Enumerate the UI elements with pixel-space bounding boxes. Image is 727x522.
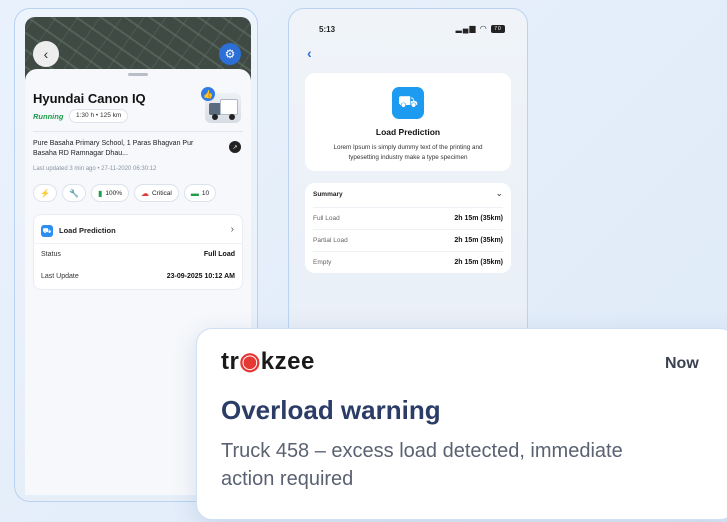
last-update-row: Last Update 23-09-2025 10:12 AM xyxy=(41,273,235,280)
load-prediction-description: Lorem Ipsum is simply dummy text of the … xyxy=(333,144,483,161)
vehicle-address: Pure Basaha Primary School, 1 Paras Bhag… xyxy=(33,140,194,157)
divider xyxy=(34,243,242,244)
chevron-left-icon: ‹ xyxy=(43,46,49,62)
critical-label: Critical xyxy=(151,189,172,197)
summary-row-value: 2h 15m (35km) xyxy=(454,237,503,244)
status-badge: Running xyxy=(33,112,64,121)
drag-handle[interactable] xyxy=(128,73,148,76)
summary-row-label: Partial Load xyxy=(313,237,348,244)
last-updated-text: Last updated 3 min ago • 27-11-2020 06:3… xyxy=(33,166,157,172)
summary-row-value: 2h 15m (35km) xyxy=(454,259,503,266)
load-prediction-title: Load Prediction xyxy=(375,127,441,137)
summary-row: Empty 2h 15m (35km) xyxy=(313,251,503,273)
ignition-icon: ⚡ xyxy=(40,188,50,198)
notification-time: Now xyxy=(665,355,699,372)
fuel-chip[interactable]: ▮ 100% xyxy=(90,184,129,202)
summary-title: Summary xyxy=(313,191,343,198)
load-prediction-phone: 5:13 ▂▄▆ ◠ 70 ‹ ⛟ Load Prediction Lorem … xyxy=(288,8,528,348)
back-button[interactable]: ‹ xyxy=(33,41,59,67)
summary-row: Full Load 2h 15m (35km) xyxy=(313,207,503,229)
ignition-chip[interactable]: ⚡ xyxy=(33,184,57,202)
load-truck-icon: ⛟ xyxy=(392,87,424,119)
vehicle-chips: ⚡ 🔧 ▮ 100% ☁ Critical ▬ 10 xyxy=(33,184,217,202)
location-pin-icon: ◉ xyxy=(239,348,261,375)
fuel-label: 100% xyxy=(105,189,122,197)
chevron-down-icon[interactable]: ⌄ xyxy=(495,188,503,199)
status-time: 5:13 xyxy=(319,25,336,34)
wrench-chip[interactable]: 🔧 xyxy=(61,184,86,202)
summary-row-label: Empty xyxy=(313,259,332,266)
battery-icon: 70 xyxy=(491,24,505,33)
critical-chip[interactable]: ☁ Critical xyxy=(133,184,179,202)
thumbs-up-icon: 👍 xyxy=(201,87,215,101)
load-truck-icon: ⛟ xyxy=(41,225,53,237)
status-value: Full Load xyxy=(203,251,235,258)
signal-icon: ▂▄▆ xyxy=(455,24,477,33)
truck-icon: ▬ xyxy=(190,188,199,198)
count-label: 10 xyxy=(201,189,210,197)
wifi-icon: ◠ xyxy=(479,24,488,33)
summary-row: Partial Load 2h 15m (35km) xyxy=(313,229,503,251)
load-prediction-header-card: ⛟ Load Prediction Lorem Ipsum is simply … xyxy=(305,73,511,171)
overload-notification[interactable]: tr◉kzee Now Overload warning Truck 458 –… xyxy=(196,328,727,520)
status-label: Status xyxy=(41,251,61,258)
notification-body: Truck 458 – excess load detected, immedi… xyxy=(221,440,623,490)
back-button[interactable]: ‹ xyxy=(307,45,312,61)
cloud-icon: ☁ xyxy=(140,188,149,198)
gear-icon: ⚙ xyxy=(224,47,236,61)
chevron-left-icon: ‹ xyxy=(307,45,312,61)
last-update-value: 23-09-2025 10:12 AM xyxy=(166,273,235,280)
status-row: Status Full Load xyxy=(41,251,235,258)
settings-button[interactable]: ⚙ xyxy=(219,43,241,65)
summary-card: Summary ⌄ Full Load 2h 15m (35km) Partia… xyxy=(305,183,511,273)
wrench-icon: 🔧 xyxy=(68,188,79,198)
trip-duration-pill: 1:30 h • 125 km xyxy=(69,109,129,123)
chevron-right-icon: › xyxy=(230,224,234,235)
load-card-title: Load Prediction xyxy=(59,226,116,235)
summary-row-value: 2h 15m (35km) xyxy=(454,215,503,222)
summary-row-label: Full Load xyxy=(313,215,340,222)
vehicle-name: Hyundai Canon IQ xyxy=(33,91,146,106)
last-update-label: Last Update xyxy=(41,273,79,280)
status-icons: ▂▄▆ ◠ 70 xyxy=(456,24,505,33)
brand-logo: tr◉kzee xyxy=(221,348,315,375)
load-prediction-card[interactable]: ⛟ Load Prediction › Status Full Load Las… xyxy=(33,214,243,290)
notification-title: Overload warning xyxy=(221,395,441,425)
navigate-icon[interactable]: ↗ xyxy=(229,141,241,153)
count-chip[interactable]: ▬ 10 xyxy=(183,184,217,202)
divider xyxy=(33,131,243,132)
battery-icon: ▮ xyxy=(97,188,103,198)
